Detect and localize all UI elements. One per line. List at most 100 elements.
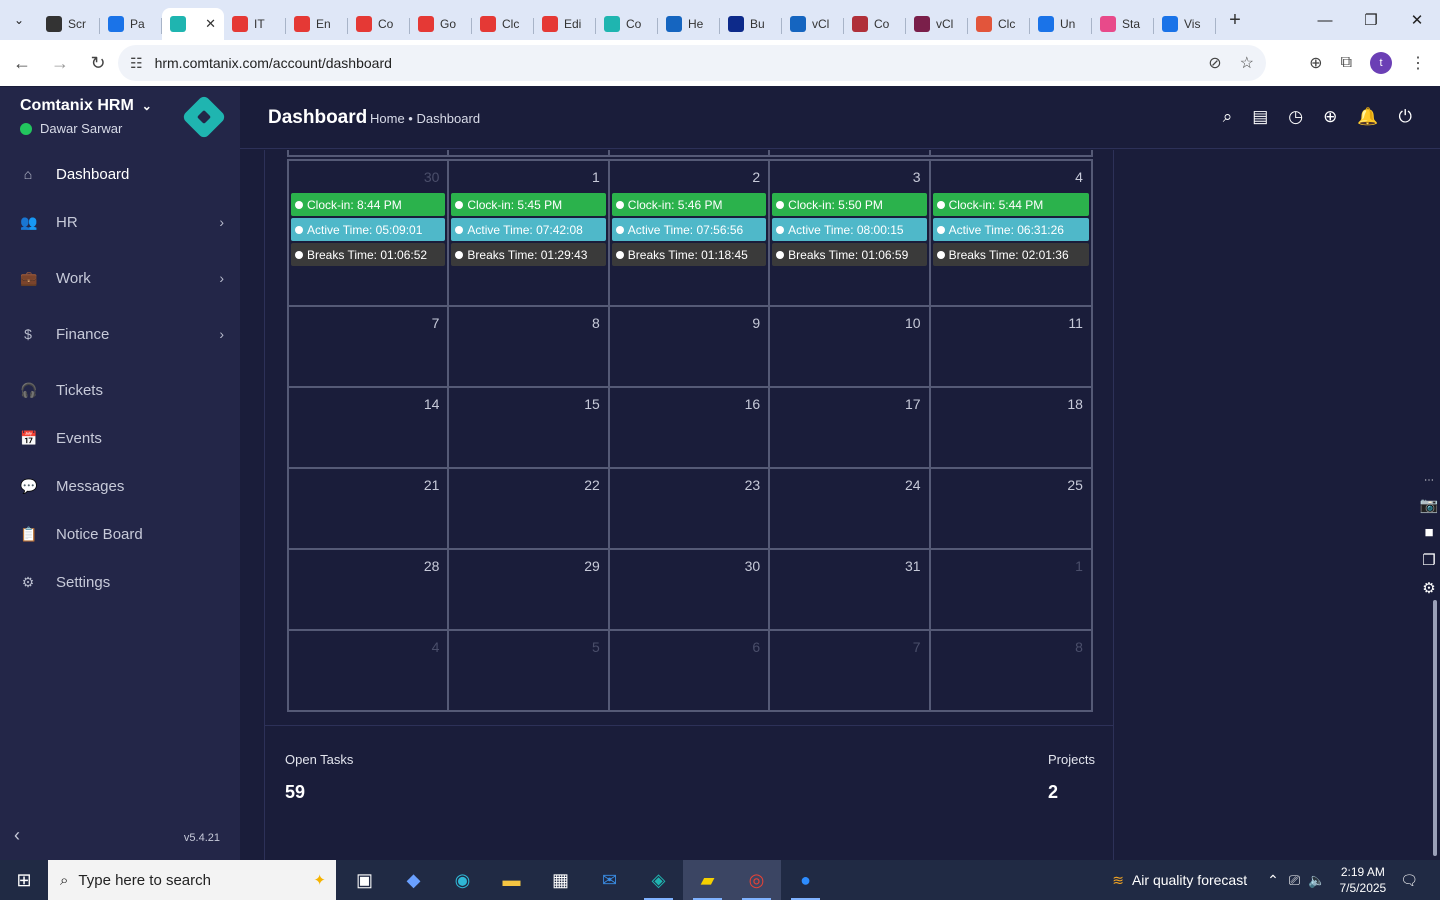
tracking-eye-off-icon[interactable]: ⊘ [1208,53,1221,73]
browser-tab[interactable]: vCl [906,8,968,40]
calendar-day-cell[interactable]: 28 [289,550,450,629]
bookmark-star-icon[interactable]: ☆ [1240,53,1254,73]
site-info-icon[interactable]: ☷ [130,55,143,72]
clock-in-event[interactable]: Clock-in: 5:50 PM [772,193,927,216]
calendar-day-cell[interactable]: 1 [931,550,1091,629]
clock-in-event[interactable]: Clock-in: 5:46 PM [611,193,767,216]
browser-tab[interactable]: Un [1030,8,1092,40]
sidebar-item-hr[interactable]: 👥 HR › [0,202,240,242]
calendar-day-cell[interactable]: 9 [610,307,771,386]
browser-tab[interactable]: IT [224,8,286,40]
notifications-center-icon[interactable]: 🗨 [1400,872,1418,889]
calendar-day-cell[interactable]: 21 [289,469,450,548]
file-explorer-icon[interactable]: ▬ [487,860,536,900]
tray-overflow-icon[interactable]: ⌃ [1267,872,1279,889]
calendar-day-cell[interactable]: 6 [610,631,771,710]
breaks-time-event[interactable]: Breaks Time: 01:29:43 [451,243,606,266]
settings-gear-icon[interactable]: ⚙ [1422,579,1435,597]
browser-tab[interactable]: Clc [472,8,534,40]
sticky-note-icon[interactable]: ▤ [1252,107,1268,127]
projects-value[interactable]: 2 [1048,782,1058,803]
browser-tab[interactable]: Go [410,8,472,40]
address-bar[interactable]: ☷ hrm.comtanix.com/account/dashboard ⊘ ☆ [118,45,1266,81]
browser-tab[interactable]: Co [596,8,658,40]
mail-icon[interactable]: ✉ [585,860,634,900]
calendar-day-cell[interactable]: 11 [931,307,1091,386]
forward-icon[interactable]: → [42,45,78,81]
calendar-day-cell[interactable]: 1 Clock-in: 5:45 PM Active Time: 07:42:08 B… [449,161,610,305]
calendar-day-cell[interactable]: 14 [289,388,450,467]
network-icon[interactable]: ⎚ [1289,872,1300,889]
task-view-icon[interactable]: ▣ [340,860,389,900]
edge-icon[interactable]: ◉ [438,860,487,900]
clock-in-event[interactable]: Clock-in: 8:44 PM [291,193,446,216]
calendar-day-cell[interactable]: 15 [449,388,610,467]
reload-icon[interactable]: ↻ [80,45,116,81]
weather-widget[interactable]: ≋ Air quality forecast [1112,872,1247,889]
clock-icon[interactable]: ◷ [1288,107,1303,127]
active-time-event[interactable]: Active Time: 07:56:56 [611,218,767,241]
sidebar-item-settings[interactable]: ⚙ Settings [0,562,240,602]
sticky-notes-icon[interactable]: ▰ [683,860,732,900]
sidebar-item-messages[interactable]: 💬 Messages [0,466,240,506]
clock-in-event[interactable]: Clock-in: 5:45 PM [451,193,606,216]
zoom-icon[interactable]: ● [781,860,830,900]
browser-tab[interactable]: He [658,8,720,40]
calendar-day-cell[interactable]: 30 Clock-in: 8:44 PM Active Time: 05:09:01… [289,161,450,305]
calendar-day-cell[interactable]: 18 [931,388,1091,467]
sidebar-item-work[interactable]: 💼 Work › [0,258,240,298]
back-icon[interactable]: ← [4,45,40,81]
new-tab-button[interactable]: + [1220,9,1250,32]
browser-tab[interactable]: Vis [1154,8,1216,40]
copilot-icon[interactable]: ◆ [389,860,438,900]
active-time-event[interactable]: Active Time: 05:09:01 [291,218,446,241]
browser-tab[interactable]: Pa [100,8,162,40]
calendar-day-cell[interactable]: 7 [770,631,931,710]
more-icon[interactable]: ⋯ [1424,475,1434,486]
system-clock[interactable]: 2:19 AM 7/5/2025 [1340,864,1387,896]
browser-tab[interactable]: Co [844,8,906,40]
brand-switcher[interactable]: Comtanix HRM ⌄ [20,97,152,115]
window-capture-icon[interactable]: ❐ [1422,551,1435,569]
active-time-event[interactable]: Active Time: 06:31:26 [932,218,1089,241]
store-icon[interactable]: ▦ [536,860,585,900]
sidebar-item-dashboard[interactable]: ⌂ Dashboard [0,154,240,194]
browser-tab[interactable]: Sta [1092,8,1154,40]
restore-icon[interactable]: ❐ [1348,0,1394,40]
browser-tab[interactable]: Bu [720,8,782,40]
calendar-day-cell[interactable]: 7 [289,307,450,386]
calendar-day-cell[interactable]: 22 [449,469,610,548]
chrome-icon[interactable]: ◎ [732,860,781,900]
calendar-day-cell[interactable]: 8 [449,307,610,386]
calendar-day-cell[interactable]: 2 Clock-in: 5:46 PM Active Time: 07:56:56 B… [610,161,771,305]
close-window-icon[interactable]: ✕ [1394,0,1440,40]
calendar-day-cell[interactable]: 10 [770,307,931,386]
camera-icon[interactable]: 📷 [1420,496,1439,514]
translate-icon[interactable]: ⊕ [1309,53,1322,73]
browser-menu-icon[interactable]: ⋮ [1410,53,1426,73]
browser-tab[interactable]: vCl [782,8,844,40]
notifications-bell-icon[interactable]: 🔔 [1357,107,1378,127]
calendar-day-cell[interactable]: 31 [770,550,931,629]
sidebar-item-finance[interactable]: $ Finance › [0,314,240,354]
scrollbar-thumb[interactable] [1433,600,1437,856]
breaks-time-event[interactable]: Breaks Time: 01:06:59 [772,243,927,266]
sidebar-item-events[interactable]: 📅 Events [0,418,240,458]
volume-icon[interactable]: 🔈 [1308,872,1325,889]
calendar-day-cell[interactable]: 17 [770,388,931,467]
search-icon[interactable]: ⌕ [1223,107,1233,127]
calendar-day-cell[interactable]: 25 [931,469,1091,548]
calendar-day-cell[interactable]: 29 [449,550,610,629]
breaks-time-event[interactable]: Breaks Time: 02:01:36 [932,243,1089,266]
collapse-sidebar-icon[interactable]: ‹ [14,825,20,846]
calendar-day-cell[interactable]: 4 Clock-in: 5:44 PM Active Time: 06:31:26 B… [931,161,1091,305]
calendar-day-cell[interactable]: 16 [610,388,771,467]
breaks-time-event[interactable]: Breaks Time: 01:06:52 [291,243,446,266]
taskbar-search[interactable]: ⌕ Type here to search ✦ [48,860,336,900]
browser-tab[interactable]: En [286,8,348,40]
calendar-day-cell[interactable]: 4 [289,631,450,710]
browser-tab[interactable]: Edi [534,8,596,40]
tab-search-chevron-icon[interactable]: ⌄ [0,0,38,40]
browser-tab[interactable]: ✕ [162,8,224,40]
profile-avatar[interactable]: t [1370,52,1392,74]
